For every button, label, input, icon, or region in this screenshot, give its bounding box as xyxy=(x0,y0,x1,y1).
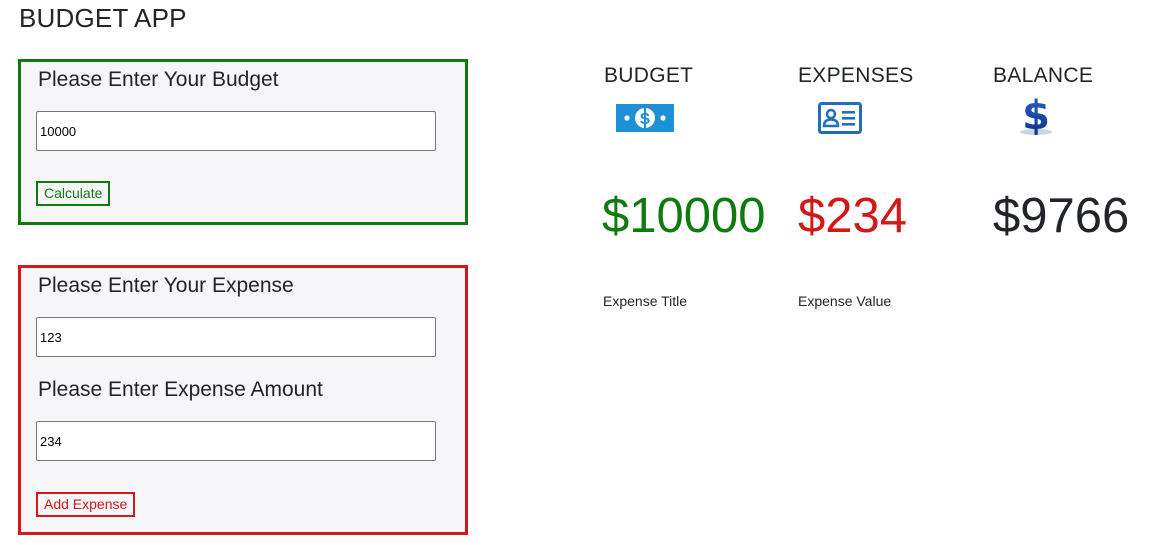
expense-value-header: Expense Value xyxy=(798,293,892,309)
calculate-button[interactable]: Calculate xyxy=(36,181,111,206)
svg-text:$: $ xyxy=(1022,94,1050,136)
budget-app: BUDGET APP Please Enter Your Budget Calc… xyxy=(0,0,1156,545)
app-title: BUDGET APP xyxy=(19,3,187,33)
expense-form: Please Enter Your Expense Please Enter E… xyxy=(18,265,468,535)
add-expense-button[interactable]: Add Expense xyxy=(36,492,136,517)
budget-label: Please Enter Your Budget xyxy=(38,68,279,91)
expenses-heading: EXPENSES xyxy=(798,64,914,87)
money-bill-icon: S xyxy=(616,104,674,132)
balance-amount: $9766 xyxy=(993,189,1130,243)
expenses-amount: $234 xyxy=(798,189,908,243)
expense-amount-label: Please Enter Expense Amount xyxy=(38,378,323,401)
budget-heading: BUDGET xyxy=(604,64,694,87)
budget-input[interactable] xyxy=(36,111,436,151)
budget-form: Please Enter Your Budget Calculate xyxy=(18,59,468,225)
budget-amount: $10000 xyxy=(602,189,766,243)
expense-title-input[interactable] xyxy=(36,317,436,357)
expense-title-label: Please Enter Your Expense xyxy=(38,274,294,297)
expense-amount-input[interactable] xyxy=(36,421,436,461)
expense-title-header: Expense Title xyxy=(603,293,688,309)
id-card-icon xyxy=(818,102,862,134)
dollar-sign-icon: $ xyxy=(1020,94,1052,136)
balance-heading: BALANCE xyxy=(993,64,1094,87)
